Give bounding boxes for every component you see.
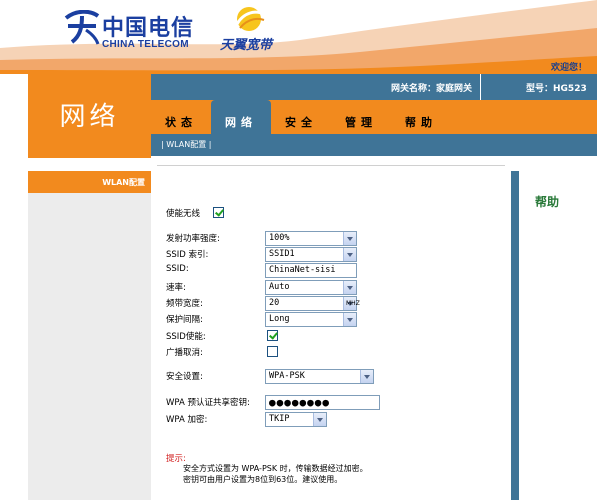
topbar-divider <box>480 74 481 100</box>
chevron-down-icon <box>343 232 356 245</box>
tx-power-label: 发射功率强度: <box>166 234 220 244</box>
tx-power-value: 100% <box>269 233 290 243</box>
sub-nav: | WLAN配置 | <box>151 134 597 156</box>
rate-select[interactable]: Auto <box>265 280 357 295</box>
bandwidth-label: 频带宽度: <box>166 299 203 309</box>
gateway-name-label: 网关名称： <box>391 84 437 94</box>
ssid-index-select[interactable]: SSID1 <box>265 247 357 262</box>
wpa-encryption-row: WPA 加密: TKIP <box>166 412 366 427</box>
ssid-index-row: SSID 索引: SSID1 <box>166 247 366 262</box>
ssid-index-label: SSID 索引: <box>166 250 209 260</box>
chevron-down-icon <box>313 413 326 426</box>
ssid-row: SSID: ChinaNet-sisi <box>166 263 366 278</box>
guard-interval-row: 保护间隔: Long <box>166 312 366 327</box>
tab-status[interactable]: 状态 <box>151 100 211 134</box>
security-row: 安全设置: WPA-PSK <box>166 369 386 384</box>
sidebar-item-label: WLAN配置 <box>102 178 145 187</box>
sidebar: WLAN配置 <box>28 171 151 500</box>
tab-management[interactable]: 管理 <box>331 100 391 134</box>
chevron-down-icon <box>343 281 356 294</box>
device-model: 型号：HG523 <box>526 81 587 94</box>
device-model-value: HG523 <box>553 84 587 94</box>
wpa-key-row: WPA 预认证共享密钥: ●●●●●●●● <box>166 395 386 410</box>
gateway-name: 网关名称：家庭网关 <box>391 81 472 94</box>
help-box: 帮助 <box>519 171 597 500</box>
ssid-index-value: SSID1 <box>269 249 295 259</box>
bandwidth-row: 频带宽度: 20 <box>166 296 366 311</box>
section-title: 网络 <box>59 102 120 132</box>
tab-network[interactable]: 网络 <box>211 100 271 134</box>
main-nav: 状态 网络 安全 管理 帮助 <box>151 100 597 134</box>
ssid-input[interactable]: ChinaNet-sisi <box>265 263 357 278</box>
ssid-enable-label: SSID使能: <box>166 332 206 342</box>
wpa-key-label: WPA 预认证共享密钥: <box>166 398 250 408</box>
subnav-item-wlan-config[interactable]: | WLAN配置 | <box>161 139 211 150</box>
chevron-down-icon <box>343 313 356 326</box>
chevron-down-icon <box>343 248 356 261</box>
brand-name-cn: 中国电信 <box>102 15 195 41</box>
rate-row: 速率: Auto <box>166 280 366 295</box>
guard-interval-value: Long <box>269 314 290 324</box>
tab-help[interactable]: 帮助 <box>391 100 451 134</box>
tip-text-line: 安全方式设置为 WPA-PSK 时，传输数据经过加密。 <box>183 464 368 473</box>
header: 中国电信 CHINA TELECOM 天翼宽带 欢迎您！ <box>0 0 597 74</box>
broadcast-cancel-checkbox[interactable] <box>267 346 278 357</box>
bandwidth-unit: MHZ <box>346 300 360 307</box>
chevron-down-icon <box>360 370 373 383</box>
tab-security[interactable]: 安全 <box>271 100 331 134</box>
enable-wireless-checkbox[interactable] <box>213 207 224 218</box>
security-label: 安全设置: <box>166 372 203 382</box>
broadcast-cancel-label: 广播取消: <box>166 348 203 358</box>
china-telecom-logo: 中国电信 CHINA TELECOM <box>62 8 202 54</box>
help-panel: 帮助 <box>511 171 597 500</box>
welcome-text: 欢迎您！ <box>550 63 587 73</box>
top-info-bar: 网关名称：家庭网关 型号：HG523 <box>151 74 597 100</box>
ssid-enable-row: SSID使能: <box>166 329 286 343</box>
rate-value: Auto <box>269 282 290 292</box>
device-model-label: 型号： <box>526 84 554 94</box>
gateway-name-value: 家庭网关 <box>436 84 473 94</box>
tianyi-sun-logo-icon <box>235 7 265 31</box>
guard-interval-select[interactable]: Long <box>265 312 357 327</box>
tianyi-logo: 天翼宽带 <box>220 4 290 54</box>
security-select[interactable]: WPA-PSK <box>265 369 374 384</box>
brand-name-en: CHINA TELECOM <box>102 39 189 50</box>
enable-wireless-label: 使能无线 <box>166 209 201 219</box>
wpa-encryption-select[interactable]: TKIP <box>265 412 327 427</box>
ssid-enable-checkbox[interactable] <box>267 330 278 341</box>
tx-power-select[interactable]: 100% <box>265 231 357 246</box>
tip-text-line: 密钥可由用户设置为8位到63位。建议使用。 <box>183 475 343 484</box>
bandwidth-value: 20 <box>269 298 280 308</box>
wpa-key-input[interactable]: ●●●●●●●● <box>265 395 380 410</box>
tx-power-row: 发射功率强度: 100% <box>166 231 366 246</box>
ssid-label: SSID: <box>166 264 189 274</box>
enable-wireless-row: 使能无线 <box>166 206 286 220</box>
security-value: WPA-PSK <box>269 371 305 381</box>
wpa-encryption-label: WPA 加密: <box>166 415 208 425</box>
china-telecom-logo-icon <box>64 10 100 45</box>
guard-interval-label: 保护间隔: <box>166 315 203 325</box>
broadcast-cancel-row: 广播取消: <box>166 345 286 359</box>
product-name: 天翼宽带 <box>220 38 273 53</box>
sidebar-item-wlan-config[interactable]: WLAN配置 <box>28 171 151 193</box>
rate-label: 速率: <box>166 283 186 293</box>
section-title-block: 网络 <box>28 74 151 158</box>
help-title: 帮助 <box>535 195 560 209</box>
wpa-encryption-value: TKIP <box>269 414 290 424</box>
bandwidth-select[interactable]: 20 <box>265 296 357 311</box>
